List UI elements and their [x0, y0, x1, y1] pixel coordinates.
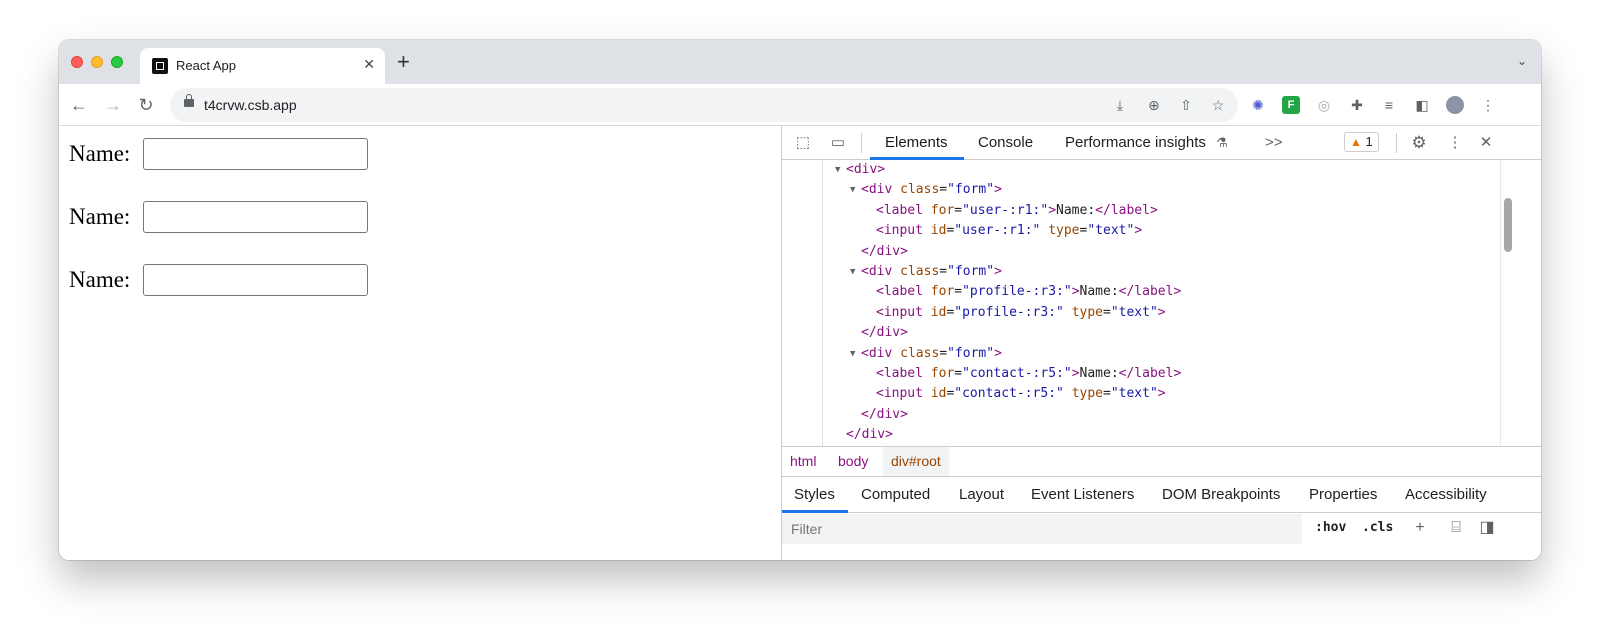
hover-state-button[interactable]: :hov: [1315, 520, 1346, 535]
devtools-panel: ⬚ ▭ Elements Console Performance insight…: [781, 126, 1541, 560]
name-label[interactable]: Name:: [69, 138, 130, 170]
class-toggle-button[interactable]: .cls: [1362, 520, 1393, 535]
new-tab-button[interactable]: +: [397, 50, 410, 74]
install-icon[interactable]: ⤓: [1111, 96, 1129, 114]
name-input[interactable]: [143, 264, 368, 296]
maximize-window-button[interactable]: [111, 56, 123, 68]
dom-node-line[interactable]: </div>: [846, 425, 893, 445]
name-label[interactable]: Name:: [69, 201, 130, 233]
zoom-icon[interactable]: ⊕: [1145, 96, 1163, 114]
dom-node-line[interactable]: </div>: [861, 242, 908, 262]
breadcrumb: html body div#root: [782, 446, 1541, 477]
close-devtools-icon[interactable]: ✕: [1476, 133, 1496, 153]
warning-count: 1: [1365, 134, 1373, 149]
dom-node-line[interactable]: <label for="contact-:r5:">Name:</label>: [876, 364, 1181, 384]
share-icon[interactable]: ⇧: [1177, 96, 1195, 114]
devtools-toolbar: ⬚ ▭ Elements Console Performance insight…: [782, 126, 1541, 160]
dom-node-line[interactable]: <input id="user-:r1:" type="text">: [876, 221, 1142, 241]
devtools-menu-icon[interactable]: ⋮: [1445, 133, 1465, 153]
toggle-sidebar-icon[interactable]: ◨: [1477, 518, 1497, 538]
toolbar-divider: [1396, 133, 1397, 153]
styles-filter-input[interactable]: [782, 514, 1302, 544]
styles-filter-bar: :hov .cls + ⌸ ◨: [782, 513, 1541, 545]
tab-strip: React App ✕ + ⌄: [59, 40, 1541, 84]
expand-triangle-icon[interactable]: ▼: [850, 262, 855, 282]
tab-dom-breakpoints[interactable]: DOM Breakpoints: [1162, 486, 1280, 503]
tab-event-listeners[interactable]: Event Listeners: [1031, 486, 1134, 503]
dom-gutter: [822, 160, 823, 446]
dom-node-line[interactable]: <input id="contact-:r5:" type="text">: [876, 384, 1166, 404]
more-tabs-button[interactable]: >>: [1265, 134, 1283, 151]
dom-tree: ▼ <div> ▼ <div class="form"> <label for="use…: [782, 160, 1500, 446]
profile-avatar[interactable]: [1446, 96, 1464, 114]
tab-elements[interactable]: Elements: [885, 134, 948, 151]
url-text[interactable]: t4crvw.csb.app: [204, 97, 297, 113]
settings-gear-icon[interactable]: ⚙: [1409, 133, 1429, 153]
toolbar-divider: [861, 133, 862, 153]
dom-node-line[interactable]: <label for="profile-:r3:">Name:</label>: [876, 282, 1181, 302]
dom-node-line[interactable]: </div>: [861, 323, 908, 343]
media-controls-icon[interactable]: ≡: [1380, 96, 1398, 114]
dom-node-line[interactable]: </div>: [861, 405, 908, 425]
address-bar[interactable]: t4crvw.csb.app ⤓ ⊕ ⇧ ☆: [170, 88, 1238, 122]
dom-node-line[interactable]: ▼ <div>: [835, 160, 885, 180]
extension-react-icon[interactable]: ◎: [1315, 96, 1333, 114]
styles-tabs: Styles Computed Layout Event Listeners D…: [782, 477, 1541, 513]
inspect-element-icon[interactable]: ⬚: [793, 133, 813, 153]
scrollbar-thumb[interactable]: [1504, 198, 1512, 252]
close-tab-icon[interactable]: ✕: [363, 56, 375, 73]
tab-styles[interactable]: Styles: [794, 486, 835, 503]
browser-tab[interactable]: React App ✕: [140, 48, 385, 84]
favicon-icon: [152, 58, 168, 74]
tab-console[interactable]: Console: [978, 134, 1033, 151]
expand-triangle-icon[interactable]: ▼: [850, 180, 855, 200]
warning-icon: ▲: [1350, 135, 1362, 149]
tab-layout[interactable]: Layout: [959, 486, 1004, 503]
breadcrumb-div-root[interactable]: div#root: [883, 447, 949, 476]
forward-icon[interactable]: →: [101, 93, 125, 117]
minimize-window-button[interactable]: [91, 56, 103, 68]
extension-asterisk-icon[interactable]: ✺: [1249, 96, 1267, 114]
dom-node-line[interactable]: ▼ <div class="form">: [850, 344, 1002, 364]
bookmark-star-icon[interactable]: ☆: [1209, 96, 1227, 114]
expand-triangle-icon[interactable]: ▼: [835, 160, 840, 180]
dom-node-line[interactable]: ▼ <div class="form">: [850, 180, 1002, 200]
close-window-button[interactable]: [71, 56, 83, 68]
tab-search-icon[interactable]: ⌄: [1517, 54, 1527, 68]
page-viewport: Name: Name: Name:: [59, 126, 781, 560]
name-label[interactable]: Name:: [69, 264, 130, 296]
tab-performance-insights[interactable]: Performance insights: [1065, 134, 1206, 151]
side-panel-icon[interactable]: ◧: [1413, 96, 1431, 114]
new-style-rule-icon[interactable]: +: [1410, 518, 1430, 538]
name-input[interactable]: [143, 138, 368, 170]
paint-brush-icon[interactable]: ⌸: [1446, 518, 1466, 538]
back-icon[interactable]: ←: [67, 93, 91, 117]
extension-f-icon[interactable]: F: [1282, 96, 1300, 114]
lock-icon[interactable]: [184, 94, 194, 107]
dom-scrollbar[interactable]: [1500, 160, 1514, 446]
tab-accessibility[interactable]: Accessibility: [1405, 486, 1487, 503]
flask-icon: ⚗: [1216, 135, 1228, 150]
breadcrumb-html[interactable]: html: [782, 447, 824, 476]
browser-menu-icon[interactable]: ⋮: [1479, 96, 1497, 114]
tab-computed[interactable]: Computed: [861, 486, 930, 503]
dom-node-line[interactable]: <label for="user-:r1:">Name:</label>: [876, 201, 1158, 221]
name-input[interactable]: [143, 201, 368, 233]
expand-triangle-icon[interactable]: ▼: [850, 344, 855, 364]
extensions-puzzle-icon[interactable]: ✚: [1348, 96, 1366, 114]
browser-toolbar: ← → ↻ t4crvw.csb.app ⤓ ⊕ ⇧ ☆ ✺ F ◎ ✚ ≡ ◧…: [59, 84, 1541, 126]
browser-window: React App ✕ + ⌄ ← → ↻ t4crvw.csb.app ⤓ ⊕…: [59, 40, 1541, 560]
dom-node-line[interactable]: <input id="profile-:r3:" type="text">: [876, 303, 1166, 323]
tab-properties[interactable]: Properties: [1309, 486, 1377, 503]
dom-node-line[interactable]: ▼ <div class="form">: [850, 262, 1002, 282]
breadcrumb-body[interactable]: body: [830, 447, 876, 476]
warnings-badge[interactable]: ▲ 1: [1344, 132, 1379, 152]
reload-icon[interactable]: ↻: [134, 93, 158, 117]
device-toolbar-icon[interactable]: ▭: [828, 133, 848, 153]
tab-title: React App: [176, 58, 236, 73]
